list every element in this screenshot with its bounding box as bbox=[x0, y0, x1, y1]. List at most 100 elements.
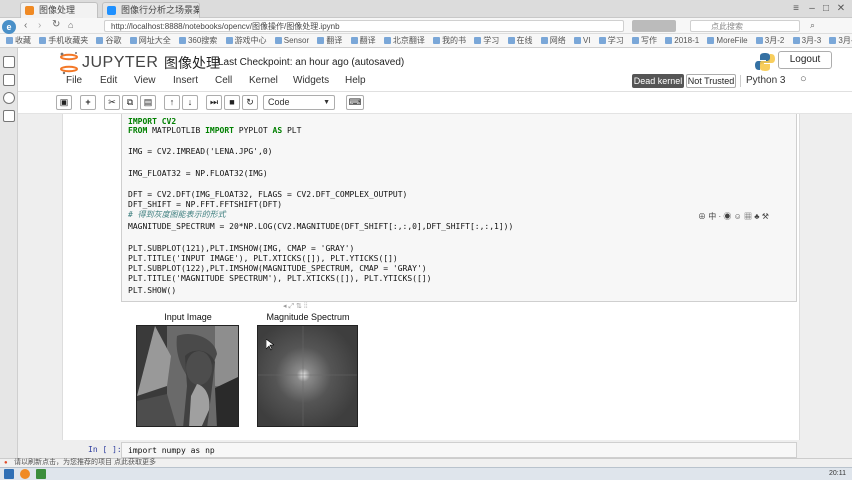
home-icon[interactable]: ⌂ bbox=[68, 20, 73, 30]
bookmark-label: 网络 bbox=[549, 36, 566, 45]
speed-mode-button[interactable] bbox=[632, 20, 676, 32]
bookmark-item[interactable]: 翻译 bbox=[350, 34, 376, 47]
jupyter-wordmark[interactable]: jupyter bbox=[82, 54, 158, 72]
bookmark-item[interactable]: 收藏 bbox=[6, 34, 31, 47]
move-down-icon[interactable]: ↓ bbox=[182, 95, 198, 110]
code-line: FROM MATPLOTLIB IMPORT PYPLOT AS PLT bbox=[128, 126, 301, 135]
back-icon[interactable]: ‹ bbox=[24, 20, 27, 31]
code-line: IMG = CV2.IMREAD('LENA.JPG',0) bbox=[128, 147, 273, 156]
cut-icon[interactable]: ✂ bbox=[104, 95, 120, 110]
bookmark-item[interactable]: 学习 bbox=[598, 34, 624, 47]
notes-icon[interactable] bbox=[3, 110, 15, 122]
bookmark-item[interactable]: 手机收藏夹 bbox=[39, 34, 88, 47]
save-icon[interactable]: ▣ bbox=[56, 95, 72, 110]
status-text[interactable]: 请以刷新点击，为您推荐的项目 点此获取更多 bbox=[14, 459, 156, 467]
bookmark-icon bbox=[574, 37, 581, 44]
dead-kernel-indicator[interactable]: Dead kernel bbox=[632, 74, 684, 88]
bookmark-item[interactable]: 网络 bbox=[540, 34, 566, 47]
browser-task-icon[interactable] bbox=[20, 469, 30, 479]
maximize-icon[interactable]: □ bbox=[820, 3, 832, 15]
logout-button[interactable]: Logout bbox=[778, 51, 832, 69]
menu-file[interactable]: File bbox=[66, 75, 82, 86]
bookmark-icon bbox=[350, 37, 358, 44]
menu-icon[interactable]: ≡ bbox=[790, 3, 802, 15]
bookmark-label: 3月-2 bbox=[764, 36, 785, 45]
history-icon[interactable] bbox=[3, 74, 15, 86]
menu-kernel[interactable]: Kernel bbox=[249, 75, 278, 86]
add-cell-icon[interactable]: + bbox=[80, 95, 96, 110]
code-text: MAGNITUDE_SPECTRUM = 20*NP.LOG(CV2.MAGNI… bbox=[128, 222, 514, 231]
close-window-icon[interactable]: ✕ bbox=[835, 3, 847, 15]
expand-icon[interactable]: ⤢ bbox=[288, 303, 294, 310]
bookmark-item[interactable]: 翻译 bbox=[317, 34, 342, 47]
minimize-icon[interactable]: – bbox=[806, 3, 818, 15]
bookmark-item[interactable]: 2018-1 bbox=[665, 34, 699, 47]
bookmark-item[interactable]: 在线 bbox=[507, 34, 533, 47]
bookmark-label: 在线 bbox=[516, 36, 533, 45]
grid-icon[interactable]: ▦ bbox=[744, 212, 752, 221]
reload-icon[interactable]: ↻ bbox=[52, 19, 60, 30]
bookmark-label: 学习 bbox=[483, 36, 500, 45]
drag-icon[interactable]: ⁞⁞ bbox=[304, 303, 308, 310]
start-icon[interactable] bbox=[4, 469, 14, 479]
bookmark-item[interactable]: 3月-3 bbox=[792, 34, 821, 47]
bookmark-item[interactable]: 3月-2 bbox=[755, 34, 785, 47]
notebook-title[interactable]: 图像处理 bbox=[164, 53, 220, 73]
bookmark-item[interactable]: 北京翻译 bbox=[383, 34, 425, 47]
menu-view[interactable]: View bbox=[134, 75, 156, 86]
favorites-icon[interactable] bbox=[3, 56, 15, 68]
mic-icon[interactable]: ◉ bbox=[723, 212, 731, 221]
kernel-name: Python 3 bbox=[746, 75, 786, 86]
keyboard-icon[interactable]: ⌨ bbox=[346, 95, 364, 110]
bookmark-icon bbox=[129, 37, 137, 44]
bookmark-item[interactable]: 3月-1 bbox=[829, 34, 852, 47]
search-icon[interactable]: ⌕ bbox=[810, 20, 815, 31]
floating-tool-strip[interactable]: ⊕ 中 · ◉ ☺ ▦ ♣ ⚒ bbox=[698, 212, 784, 222]
bookmark-item[interactable]: 学习 bbox=[474, 34, 500, 47]
shirt-icon[interactable]: ♣ bbox=[754, 212, 759, 221]
restart-icon[interactable]: ↻ bbox=[242, 95, 258, 110]
bookmark-item[interactable]: Sensor bbox=[274, 34, 309, 47]
bookmark-label: 3月-1 bbox=[838, 36, 852, 45]
code-text: PLT.TITLE('MAGNITUDE SPECTRUM'), PLT.XTI… bbox=[128, 274, 432, 283]
bookmark-item[interactable]: 我的书 bbox=[433, 34, 466, 47]
emoji-icon[interactable]: ☺ bbox=[734, 212, 742, 221]
copy-icon[interactable]: ⧉ bbox=[122, 95, 138, 110]
move-up-icon[interactable]: ↑ bbox=[164, 95, 180, 110]
cell-type-select[interactable]: Code ▼ bbox=[263, 95, 335, 110]
collapse-icon[interactable]: ◂ bbox=[283, 303, 287, 310]
wrench-icon[interactable]: ⚒ bbox=[762, 212, 769, 221]
run-icon[interactable]: ⏭ bbox=[206, 95, 222, 110]
menu-help[interactable]: Help bbox=[345, 75, 366, 86]
not-trusted-button[interactable]: Not Trusted bbox=[686, 74, 736, 88]
lena-image bbox=[137, 326, 238, 426]
browser-tab-active[interactable]: 图像处理 bbox=[20, 2, 98, 18]
translate-icon[interactable]: ⊕ bbox=[698, 212, 706, 221]
bookmark-icon bbox=[225, 37, 233, 44]
bookmark-item[interactable]: 360搜索 bbox=[178, 34, 217, 47]
browser-tab[interactable]: 图像行分析之场景案例_优酷 bbox=[102, 2, 200, 18]
menu-cell[interactable]: Cell bbox=[215, 75, 232, 86]
code-text: PLT.SHOW() bbox=[128, 286, 177, 295]
stop-icon[interactable]: ■ bbox=[224, 95, 240, 110]
app-task-icon[interactable] bbox=[36, 469, 46, 479]
bookmark-item[interactable]: 谷歌 bbox=[96, 34, 121, 47]
address-bar[interactable]: http://localhost:8888/notebooks/opencv/图… bbox=[104, 20, 624, 32]
menu-insert[interactable]: Insert bbox=[173, 75, 198, 86]
eye-icon[interactable] bbox=[3, 92, 15, 104]
bookmark-item[interactable]: 网址大全 bbox=[129, 34, 171, 47]
bookmark-item[interactable]: 写作 bbox=[632, 34, 657, 47]
menu-edit[interactable]: Edit bbox=[100, 75, 117, 86]
paste-icon[interactable]: ▤ bbox=[140, 95, 156, 110]
dot-icon[interactable]: · bbox=[718, 212, 721, 221]
forward-icon[interactable]: › bbox=[38, 20, 41, 31]
menu-widgets[interactable]: Widgets bbox=[293, 75, 329, 86]
next-code-cell[interactable]: import numpy as np bbox=[121, 442, 797, 458]
scroll-icon[interactable]: ⇅ bbox=[296, 303, 302, 310]
bookmark-item[interactable]: VI bbox=[574, 34, 591, 47]
bookmark-item[interactable]: MoreFile bbox=[707, 34, 748, 47]
address-row: ‹ › ↻ ⌂ http://localhost:8888/notebooks/… bbox=[0, 18, 852, 34]
search-input[interactable]: 点此搜索 bbox=[690, 20, 800, 32]
bookmark-item[interactable]: 游戏中心 bbox=[225, 34, 267, 47]
zh-icon[interactable]: 中 bbox=[708, 212, 716, 221]
